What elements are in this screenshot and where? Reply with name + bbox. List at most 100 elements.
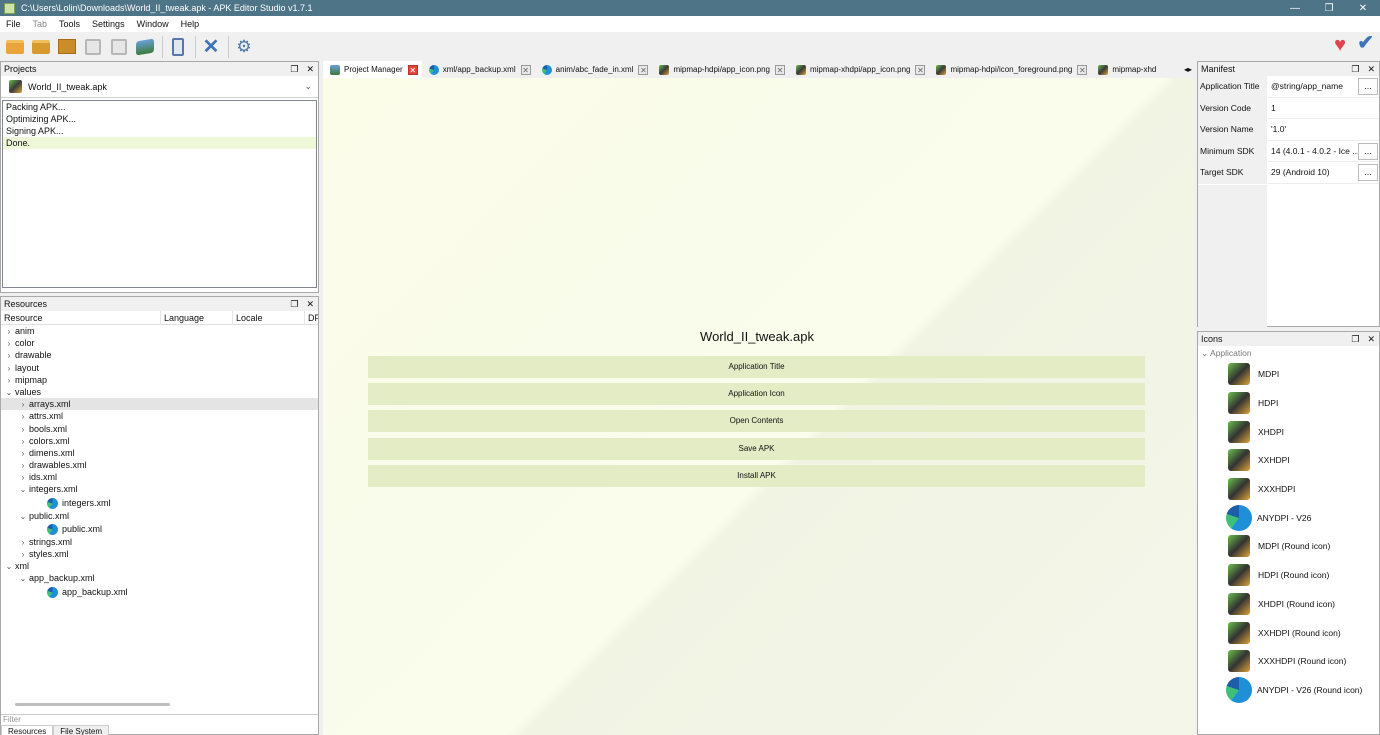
tree-item-public[interactable]: ⌄ public.xml xyxy=(1,510,318,522)
version-name-field[interactable]: '1.0' xyxy=(1268,119,1379,141)
target-sdk-browse-button[interactable]: ... xyxy=(1358,164,1378,181)
tab-xml-app-backup[interactable]: xml/app_backup.xml ✕ xyxy=(422,61,535,78)
close-tab-icon[interactable]: ✕ xyxy=(520,64,531,75)
chevron-right-icon[interactable]: › xyxy=(3,350,15,362)
close-tab-icon[interactable]: ✕ xyxy=(915,64,926,75)
close-tab-icon[interactable]: ✕ xyxy=(407,64,418,75)
tab-scroll-arrows[interactable]: ◂▸ xyxy=(1181,61,1195,78)
tree-item-app-backup[interactable]: ⌄ app_backup.xml xyxy=(1,572,318,584)
chevron-right-icon[interactable]: › xyxy=(17,411,29,423)
chevron-down-icon[interactable]: ⌄ xyxy=(17,573,29,585)
tab-project-manager[interactable]: Project Manager ✕ xyxy=(323,61,422,78)
chevron-right-icon[interactable]: › xyxy=(3,363,15,375)
tab-anim-fade-in[interactable]: anim/abc_fade_in.xml ✕ xyxy=(535,61,653,78)
icon-item-mdpi[interactable]: MDPI xyxy=(1198,360,1379,389)
minimum-sdk-browse-button[interactable]: ... xyxy=(1358,142,1378,160)
tree-item-styles[interactable]: › styles.xml xyxy=(1,548,318,560)
close-window-button[interactable]: ✕ xyxy=(1346,3,1380,14)
chevron-down-icon[interactable]: ⌄ xyxy=(17,484,29,496)
tree-item-app-backup-file[interactable]: app_backup.xml xyxy=(1,585,318,599)
open-apk-button[interactable] xyxy=(3,35,27,59)
chevron-down-icon[interactable]: ⌄ xyxy=(17,511,29,523)
tree-item-public-file[interactable]: public.xml xyxy=(1,522,318,536)
tree-item-layout[interactable]: › layout xyxy=(1,362,318,374)
icon-item-xxxhdpi[interactable]: XXXHDPI xyxy=(1198,475,1379,504)
menu-file[interactable]: File xyxy=(0,19,27,29)
tree-item-strings[interactable]: › strings.xml xyxy=(1,536,318,548)
chevron-right-icon[interactable]: › xyxy=(3,375,15,387)
icons-group-application[interactable]: ⌄ Application xyxy=(1198,346,1379,360)
menu-tools[interactable]: Tools xyxy=(53,19,86,29)
column-locale[interactable]: Locale xyxy=(233,311,305,324)
close-panel-icon[interactable]: ✕ xyxy=(306,62,314,76)
close-project-button[interactable]: ✕ xyxy=(199,35,223,59)
tab-file-system[interactable]: File System xyxy=(53,725,110,735)
close-tab-icon[interactable]: ✕ xyxy=(774,64,785,75)
icon-item-mdpi-round[interactable]: MDPI (Round icon) xyxy=(1198,532,1379,561)
chevron-right-icon[interactable]: › xyxy=(17,472,29,484)
update-check-icon[interactable]: ✔ xyxy=(1357,33,1374,53)
tree-item-colors[interactable]: › colors.xml xyxy=(1,435,318,447)
icon-item-xhdpi-round[interactable]: XHDPI (Round icon) xyxy=(1198,590,1379,619)
float-panel-icon[interactable]: ❐ xyxy=(290,62,298,76)
icon-item-xxhdpi-round[interactable]: XXHDPI (Round icon) xyxy=(1198,618,1379,647)
chevron-right-icon[interactable]: › xyxy=(17,537,29,549)
tab-mipmap-hdpi-app-icon[interactable]: mipmap-hdpi/app_icon.png ✕ xyxy=(652,61,789,78)
install-button[interactable] xyxy=(166,35,190,59)
column-language[interactable]: Language xyxy=(161,311,233,324)
chevron-right-icon[interactable]: › xyxy=(17,549,29,561)
project-selector[interactable]: World_II_tweak.apk ⌄ xyxy=(1,76,318,98)
icon-item-hdpi[interactable]: HDPI xyxy=(1198,389,1379,418)
menu-tab[interactable]: Tab xyxy=(27,19,54,29)
close-panel-icon[interactable]: ✕ xyxy=(1367,332,1375,346)
chevron-right-icon[interactable]: › xyxy=(3,326,15,338)
icon-item-anydpi-v26[interactable]: ANYDPI - V26 xyxy=(1198,503,1379,532)
icon-item-xxhdpi[interactable]: XXHDPI xyxy=(1198,446,1379,475)
icon-item-xxxhdpi-round[interactable]: XXXHDPI (Round icon) xyxy=(1198,647,1379,676)
open-package-button[interactable] xyxy=(55,35,79,59)
tab-resources[interactable]: Resources xyxy=(1,725,54,735)
menu-settings[interactable]: Settings xyxy=(86,19,131,29)
chevron-down-icon[interactable]: ⌄ xyxy=(3,561,15,573)
close-tab-icon[interactable]: ✕ xyxy=(638,64,649,75)
settings-button[interactable]: ⚙ xyxy=(232,35,256,59)
tree-item-integers-file[interactable]: integers.xml xyxy=(1,496,318,510)
close-panel-icon[interactable]: ✕ xyxy=(1367,62,1375,76)
column-dpi[interactable]: DP xyxy=(305,311,318,324)
install-apk-button[interactable]: Install APK xyxy=(368,465,1145,487)
tree-item-bools[interactable]: › bools.xml xyxy=(1,423,318,435)
tree-item-dimens[interactable]: › dimens.xml xyxy=(1,447,318,459)
chevron-down-icon[interactable]: ⌄ xyxy=(1201,348,1208,358)
column-resource[interactable]: Resource xyxy=(1,311,161,324)
close-tab-icon[interactable]: ✕ xyxy=(1077,64,1088,75)
close-panel-icon[interactable]: ✕ xyxy=(306,297,314,311)
float-panel-icon[interactable]: ❐ xyxy=(1351,332,1359,346)
horizontal-scrollbar[interactable] xyxy=(15,703,170,706)
application-title-button[interactable]: Application Title xyxy=(368,356,1145,378)
chevron-down-icon[interactable]: ⌄ xyxy=(3,387,15,399)
menu-help[interactable]: Help xyxy=(175,19,206,29)
float-panel-icon[interactable]: ❐ xyxy=(290,297,298,311)
tab-mipmap-hdpi-icon-foreground[interactable]: mipmap-hdpi/icon_foreground.png ✕ xyxy=(929,61,1091,78)
chevron-right-icon[interactable]: › xyxy=(3,338,15,350)
icon-item-xhdpi[interactable]: XHDPI xyxy=(1198,417,1379,446)
tree-item-anim[interactable]: › anim xyxy=(1,325,318,337)
tree-item-arrays[interactable]: › arrays.xml xyxy=(1,398,318,411)
open-contents-button[interactable]: Open Contents xyxy=(368,410,1145,432)
tree-item-attrs[interactable]: › attrs.xml xyxy=(1,410,318,422)
chevron-right-icon[interactable]: › xyxy=(17,399,29,411)
chevron-right-icon[interactable]: › xyxy=(17,424,29,436)
icon-item-hdpi-round[interactable]: HDPI (Round icon) xyxy=(1198,561,1379,590)
menu-window[interactable]: Window xyxy=(131,19,175,29)
version-code-field[interactable]: 1 xyxy=(1268,98,1379,119)
chevron-right-icon[interactable]: › xyxy=(17,448,29,460)
donate-heart-icon[interactable]: ♥ xyxy=(1334,35,1346,55)
float-panel-icon[interactable]: ❐ xyxy=(1351,62,1359,76)
tab-mipmap-xhdpi-app-icon[interactable]: mipmap-xhdpi/app_icon.png ✕ xyxy=(789,61,930,78)
tree-item-mipmap[interactable]: › mipmap xyxy=(1,374,318,386)
application-title-browse-button[interactable]: ... xyxy=(1358,78,1378,95)
chevron-right-icon[interactable]: › xyxy=(17,436,29,448)
save-as-button[interactable] xyxy=(107,35,131,59)
tree-item-values[interactable]: ⌄ values xyxy=(1,386,318,398)
project-manager-button[interactable] xyxy=(133,35,157,59)
